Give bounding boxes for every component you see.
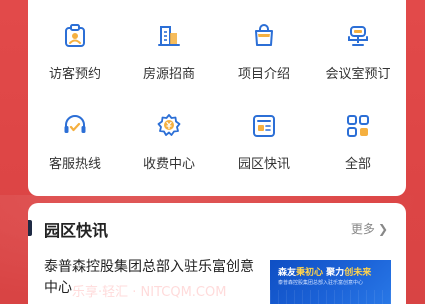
- menu-item-all[interactable]: 全部: [311, 102, 405, 192]
- menu-item-label: 房源招商: [142, 67, 195, 82]
- menu-item-project-intro[interactable]: 项目介绍: [217, 12, 311, 102]
- menu-item-label: 项目介绍: [237, 67, 290, 82]
- menu-item-payment-center[interactable]: 收费中心: [122, 102, 216, 192]
- section-header: 园区快讯 更多 ❯: [28, 217, 406, 240]
- section-title: 园区快讯: [44, 221, 109, 240]
- menu-item-park-news[interactable]: 园区快讯: [217, 102, 311, 192]
- more-link[interactable]: 更多 ❯: [351, 220, 388, 237]
- grid-apps-icon: [345, 113, 371, 139]
- news-board-icon: [251, 113, 277, 139]
- gear-yen-icon: [156, 113, 182, 139]
- menu-item-property-leasing[interactable]: 房源招商: [122, 12, 216, 102]
- menu-item-service-hotline[interactable]: 客服热线: [28, 102, 122, 192]
- building-icon: [156, 23, 182, 49]
- shopping-bag-icon: [251, 23, 277, 49]
- article-title: 泰普森控股集团总部入驻乐富创意中心: [44, 259, 254, 296]
- menu-item-label: 收费中心: [142, 157, 195, 172]
- quick-menu-grid: 访客预约 房源招商 项目介绍 会议室预订 客服热线 收费中心 园区快讯 全部: [28, 12, 406, 192]
- meeting-chair-icon: [345, 23, 371, 49]
- menu-item-label: 全部: [344, 157, 371, 172]
- menu-item-label: 会议室预订: [325, 67, 391, 82]
- thumbnail-subline: 泰普森控股集团总部入驻乐富创意中心: [278, 280, 364, 286]
- headset-icon: [62, 113, 88, 139]
- article-thumbnail: 森友秉初心 聚力创未来 泰普森控股集团总部入驻乐富创意中心: [270, 260, 391, 304]
- menu-item-label: 园区快讯: [237, 157, 290, 172]
- section-marker: [28, 220, 32, 236]
- menu-item-meeting-room[interactable]: 会议室预订: [311, 12, 405, 102]
- menu-item-label: 访客预约: [48, 67, 101, 82]
- thumbnail-headline: 森友秉初心 聚力创未来: [278, 268, 372, 278]
- thumbnail-pattern: [270, 290, 391, 304]
- chevron-right-icon: ❯: [377, 222, 388, 236]
- visitor-badge-icon: [62, 23, 88, 49]
- menu-item-visitor-appointment[interactable]: 访客预约: [28, 12, 122, 102]
- quick-menu-card: 访客预约 房源招商 项目介绍 会议室预订 客服热线 收费中心 园区快讯 全部: [28, 0, 406, 196]
- menu-item-label: 客服热线: [48, 157, 101, 172]
- news-article[interactable]: 泰普森控股集团总部入驻乐富创意中心 森友秉初心 聚力创未来 泰普森控股集团总部入…: [44, 257, 406, 304]
- park-news-section: 园区快讯 更多 ❯ 泰普森控股集团总部入驻乐富创意中心 森友秉初心 聚力创未来 泰…: [28, 203, 406, 304]
- more-label: 更多: [350, 222, 375, 236]
